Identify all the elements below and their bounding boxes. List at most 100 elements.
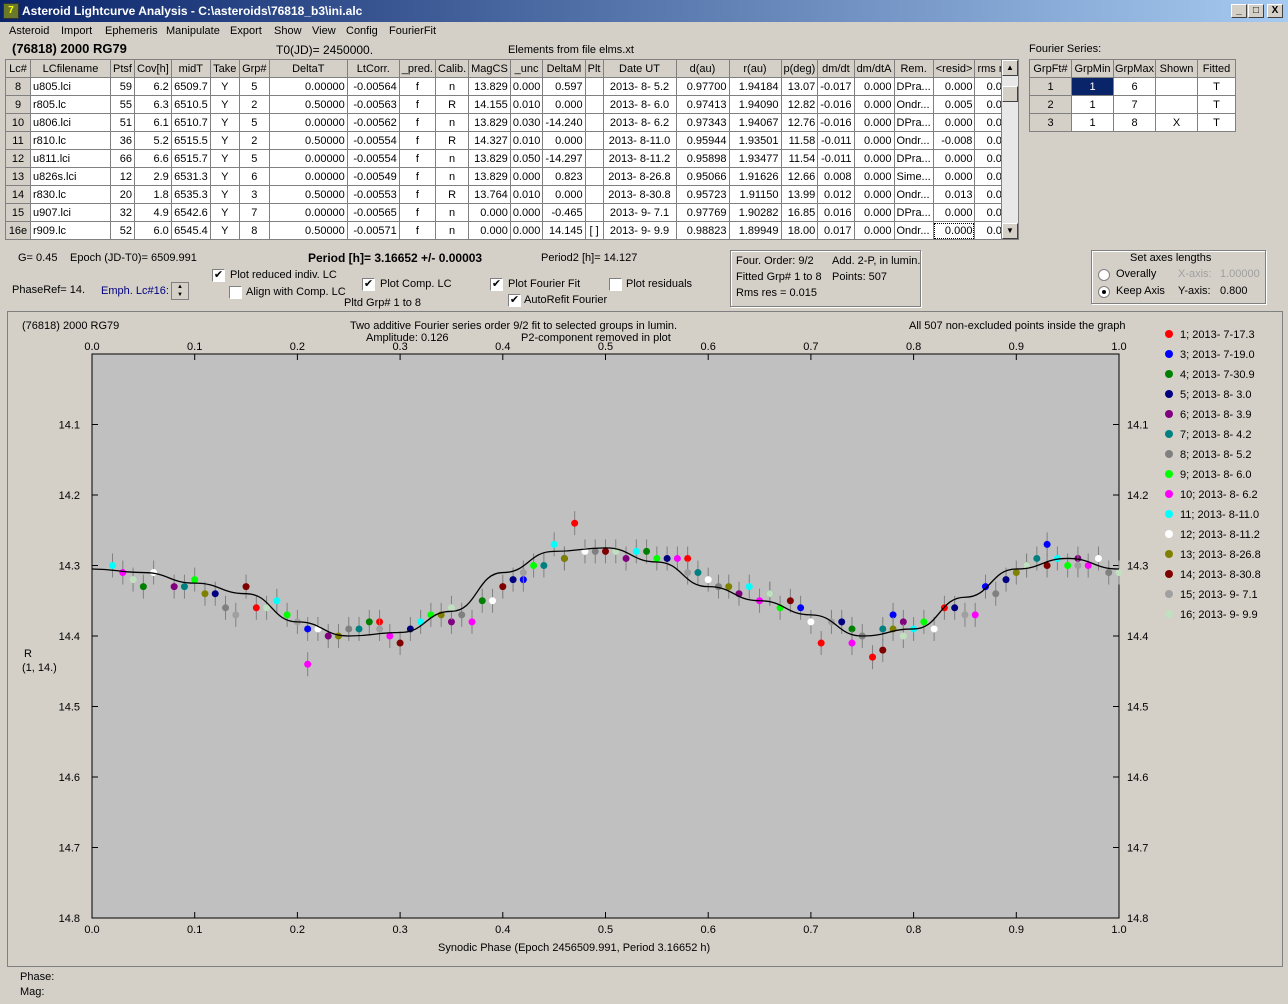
table-cell[interactable]: 0.95898 (675, 149, 730, 168)
table-cell[interactable]: 6.6 (134, 149, 172, 168)
table-cell[interactable]: 51 (110, 113, 135, 132)
table-row[interactable]: 8 u805.lci 59 6.2 6509.7 Y 5 0.00000 -0.00564 f n 1… (5, 77, 1018, 96)
table-cell[interactable]: 0.000 (853, 167, 895, 186)
table-cell[interactable]: 32 (110, 203, 135, 222)
table-cell[interactable]: 13.07 (780, 77, 819, 96)
table-cell[interactable]: -0.00554 (346, 149, 400, 168)
table-cell[interactable]: 1.93501 (728, 131, 782, 150)
table-cell[interactable] (584, 203, 604, 222)
table-cell[interactable]: 14.155 (468, 95, 511, 114)
table-cell[interactable]: 0.00000 (268, 113, 348, 132)
table-cell[interactable]: -0.00553 (346, 185, 400, 204)
fourier-cell[interactable]: 1 (1071, 77, 1114, 96)
table-cell[interactable]: 6.2 (134, 77, 172, 96)
lightcurve-chart[interactable]: 0.0 0.0 0.1 0.1 0.2 0.2 0.3 0.3 0.4 0.4 0.5 0.5 0.6 0… (8, 312, 1284, 968)
table-cell[interactable]: 13.829 (468, 149, 511, 168)
table-row[interactable]: 9 r805.lc 55 6.3 6510.5 Y 2 0.50000 -0.00563 f R 14… (5, 95, 1018, 114)
table-cell[interactable]: 2013- 8-26.8 (602, 167, 677, 186)
emph-spinner[interactable]: ▲ ▼ (171, 282, 189, 300)
lc-col-header[interactable]: <resid> (932, 59, 976, 78)
table-cell[interactable]: 4.9 (134, 203, 172, 222)
table-cell[interactable]: Ondr... (893, 221, 934, 240)
table-cell[interactable]: u805.lci (30, 77, 111, 96)
table-cell[interactable]: 0.00000 (268, 203, 348, 222)
lc-col-header[interactable]: r(au) (728, 59, 782, 78)
plot-residuals-checkbox[interactable] (609, 278, 622, 291)
table-cell[interactable]: Y (209, 131, 240, 150)
table-cell[interactable]: 5 (238, 149, 270, 168)
table-cell[interactable]: 0.000 (932, 77, 976, 96)
table-cell[interactable]: 0.000 (853, 113, 895, 132)
table-cell[interactable]: u811.lci (30, 149, 111, 168)
table-cell[interactable]: 12.82 (780, 95, 819, 114)
table-cell[interactable]: 0.005 (932, 95, 976, 114)
table-cell[interactable]: 0.50000 (268, 95, 348, 114)
table-cell[interactable]: f (398, 221, 437, 240)
table-cell[interactable]: 0.000 (932, 167, 976, 186)
table-cell[interactable]: 0.95066 (675, 167, 730, 186)
table-row[interactable]: 10 u806.lci 51 6.1 6510.7 Y 5 0.00000 -0.00562 f n… (5, 113, 1018, 132)
table-cell[interactable]: 0.97343 (675, 113, 730, 132)
table-cell[interactable]: 11.54 (780, 149, 819, 168)
table-cell[interactable]: R (434, 95, 470, 114)
lc-col-header[interactable]: Rem. (893, 59, 934, 78)
table-cell[interactable]: Ondr... (893, 95, 934, 114)
minimize-button[interactable]: _ (1231, 4, 1247, 18)
table-cell[interactable]: 0.823 (542, 167, 586, 186)
table-cell[interactable]: -14.297 (542, 149, 586, 168)
table-cell[interactable]: Y (209, 77, 240, 96)
table-cell[interactable]: 0.98823 (675, 221, 730, 240)
lc-col-header[interactable]: Calib. (434, 59, 470, 78)
table-cell[interactable]: r810.lc (30, 131, 111, 150)
table-cell[interactable]: 16.85 (780, 203, 819, 222)
menu-view[interactable]: View (312, 25, 336, 37)
table-cell[interactable]: 0.008 (817, 167, 855, 186)
table-cell[interactable]: 0.95944 (675, 131, 730, 150)
table-cell[interactable]: 9 (5, 95, 31, 114)
table-cell[interactable]: 0.016 (817, 203, 855, 222)
table-cell[interactable]: n (434, 77, 470, 96)
table-cell[interactable]: DPra... (893, 149, 934, 168)
table-cell[interactable]: f (398, 113, 437, 132)
table-cell[interactable]: 15 (5, 203, 31, 222)
lc-col-header[interactable]: Plt (584, 59, 604, 78)
table-cell[interactable]: -0.00554 (346, 131, 400, 150)
table-cell[interactable]: -0.00571 (346, 221, 400, 240)
table-cell[interactable]: 12 (5, 149, 31, 168)
table-cell[interactable]: 1.8 (134, 185, 172, 204)
plot-fourier-checkbox[interactable]: ✔ (490, 278, 503, 291)
autorefit-checkbox[interactable]: ✔ (508, 294, 521, 307)
table-cell[interactable]: 0.000 (509, 203, 544, 222)
table-cell[interactable]: 59 (110, 77, 135, 96)
table-cell[interactable]: 12.66 (780, 167, 819, 186)
table-cell[interactable]: r830.lc (30, 185, 111, 204)
table-cell[interactable]: n (434, 203, 470, 222)
table-cell[interactable]: 6510.7 (170, 113, 211, 132)
table-cell[interactable]: 0.010 (509, 131, 544, 150)
fourier-cell[interactable]: 6 (1113, 77, 1156, 96)
fourier-cell[interactable]: 7 (1113, 95, 1156, 114)
table-cell[interactable]: 5.2 (134, 131, 172, 150)
table-cell[interactable]: n (434, 149, 470, 168)
table-cell[interactable]: 0.000 (509, 77, 544, 96)
scroll-thumb[interactable] (1002, 86, 1018, 102)
table-cell[interactable]: 0.000 (542, 95, 586, 114)
fourier-col-header[interactable]: Fitted (1197, 59, 1236, 78)
table-cell[interactable]: Y (209, 149, 240, 168)
lc-col-header[interactable]: dm/dt (817, 59, 855, 78)
fourier-col-header[interactable]: GrpFt# (1029, 59, 1072, 78)
lc-col-header[interactable]: MagCS (468, 59, 511, 78)
table-cell[interactable]: 13.764 (468, 185, 511, 204)
table-cell[interactable]: n (434, 113, 470, 132)
table-cell[interactable]: 0.000 (853, 203, 895, 222)
table-cell[interactable]: 8 (5, 77, 31, 96)
table-cell[interactable]: 12.76 (780, 113, 819, 132)
table-cell[interactable]: -0.016 (817, 113, 855, 132)
table-cell[interactable]: 6515.5 (170, 131, 211, 150)
app-icon[interactable]: 7 (3, 3, 19, 19)
table-cell[interactable]: 7 (238, 203, 270, 222)
fourier-cell[interactable]: 3 (1029, 113, 1072, 132)
table-cell[interactable]: 0.50000 (268, 221, 348, 240)
table-cell[interactable]: 0.000 (853, 131, 895, 150)
fourier-cell[interactable] (1155, 77, 1198, 96)
